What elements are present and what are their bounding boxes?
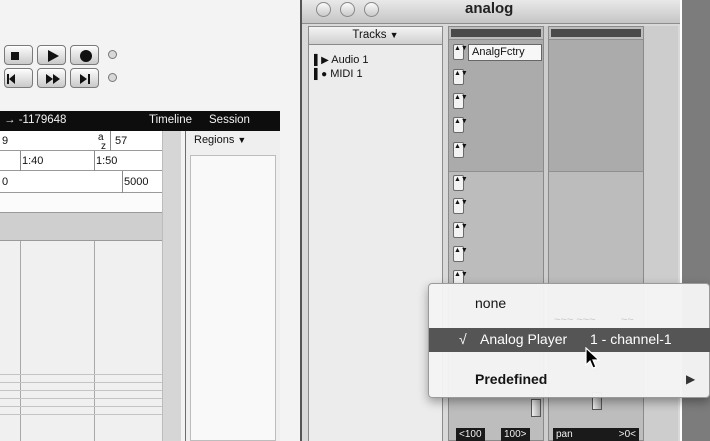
counter-readout: → -1179648	[4, 114, 67, 126]
insert-selector-icon[interactable]: ▲▼	[453, 93, 468, 109]
insert-selector-icon[interactable]: ▲▼	[453, 142, 468, 158]
level-meter	[451, 29, 541, 37]
record-button[interactable]	[70, 45, 99, 65]
ruler-label: 9	[2, 135, 9, 147]
pan-field[interactable]: pan >0<	[553, 428, 639, 441]
tracks-menu-button[interactable]: Tracks ▼	[309, 27, 442, 45]
rewind-icon	[7, 74, 15, 84]
play-icon	[48, 50, 59, 62]
pan-label: pan	[556, 429, 573, 440]
submenu-arrow-icon: ▶	[686, 372, 696, 386]
track-playlist-area[interactable]	[0, 241, 181, 441]
tracks-panel: Tracks ▼ ▌▶ Audio 1 ▌● MIDI 1	[308, 26, 443, 441]
counter-bar: → -1179648 Timeline Session	[0, 111, 280, 131]
go-to-end-icon	[80, 74, 90, 84]
ghost-text: ~~	[621, 314, 634, 326]
plugin-slot[interactable]: AnalgFctry	[468, 44, 542, 61]
send-selector-icon[interactable]: ▲▼	[453, 246, 468, 262]
level-meter	[551, 29, 641, 37]
ruler-label: 0	[2, 176, 9, 188]
zoom-window-button[interactable]	[364, 2, 379, 17]
sort-label: z	[101, 141, 106, 152]
menu-item-label: Predefined	[475, 371, 548, 387]
track-item-midi[interactable]: ▌● MIDI 1	[314, 68, 363, 80]
ruler-divider	[0, 213, 181, 241]
grid-line	[0, 406, 181, 407]
ruler-label: 57	[115, 135, 128, 147]
minimize-window-button[interactable]	[340, 2, 355, 17]
midi-track-icon: ▌●	[314, 69, 328, 80]
checkmark-icon: √	[459, 331, 467, 347]
minsec-ruler[interactable]: 1:40 1:50	[0, 151, 181, 171]
record-icon	[80, 50, 92, 62]
menu-item-analog-player[interactable]: √ Analog Player 1 - channel-1	[429, 328, 710, 352]
stop-button[interactable]	[4, 45, 33, 65]
ruler-tick	[20, 151, 21, 171]
grid-line	[0, 390, 181, 391]
send-slots	[549, 171, 643, 296]
timeline-rulers: 9 57 1:40 1:50 0 5000	[0, 131, 181, 241]
window-title-bar[interactable]: analog	[302, 0, 680, 24]
edit-window: → -1179648 Timeline Session 9 57 1:40 1:…	[0, 0, 300, 441]
bars-ruler[interactable]: 9 57	[0, 131, 181, 151]
grid-line	[0, 398, 181, 399]
insert-slots	[549, 39, 643, 171]
chevron-down-icon: ▼	[389, 30, 399, 40]
insert-selector-icon[interactable]: ▲▼	[453, 69, 468, 85]
go-to-end-button[interactable]	[70, 68, 99, 88]
ruler-label: 1:40	[22, 155, 44, 167]
tracks-label: Tracks	[352, 29, 387, 41]
menu-item-predefined[interactable]: Predefined ▶	[429, 368, 710, 392]
grid-line	[0, 414, 181, 415]
ruler-label: 5000	[124, 176, 149, 188]
track-name: Audio 1	[331, 54, 369, 66]
mouse-cursor-icon	[585, 347, 601, 369]
regions-label: Regions	[194, 134, 235, 146]
close-window-button[interactable]	[316, 2, 331, 17]
plugin-popup-menu: none ~~~ ~~~ ~~ √ Analog Player 1 - chan…	[428, 283, 710, 398]
ruler-tick	[94, 151, 95, 171]
ruler-label: 1:50	[96, 155, 118, 167]
chevron-down-icon: ▼	[237, 135, 247, 145]
window-title: analog	[465, 0, 514, 17]
regions-menu-button[interactable]: Regions ▼	[194, 134, 262, 151]
sort-az-button[interactable]: a z	[98, 133, 106, 152]
rewind-button[interactable]	[4, 68, 33, 88]
fast-forward-icon	[46, 74, 60, 84]
ruler-tick	[110, 131, 111, 151]
vertical-scrollbar[interactable]	[162, 131, 181, 441]
menu-item-label: none	[475, 295, 507, 311]
menu-item-detail: 1 - channel-1	[590, 331, 672, 347]
play-button[interactable]	[37, 45, 66, 65]
track-item-audio[interactable]: ▌▶ Audio 1	[314, 54, 369, 66]
send-selector-icon[interactable]: ▲▼	[453, 198, 468, 214]
tracks-list[interactable]: ▌▶ Audio 1 ▌● MIDI 1	[309, 45, 442, 441]
status-led	[108, 50, 117, 59]
menu-item-label: Analog Player	[480, 331, 568, 347]
grid-line	[94, 241, 95, 441]
regions-list[interactable]	[190, 155, 276, 441]
status-led	[108, 73, 117, 82]
marker-ruler[interactable]	[0, 193, 181, 213]
track-name: MIDI 1	[330, 68, 363, 80]
send-selector-icon[interactable]: ▲▼	[453, 175, 468, 191]
tab-session[interactable]: Session	[209, 114, 250, 126]
grid-line	[20, 241, 21, 441]
pan-value: >0<	[618, 429, 636, 440]
tab-timeline[interactable]: Timeline	[149, 114, 192, 126]
volume-fader[interactable]	[531, 399, 541, 417]
samples-ruler[interactable]: 0 5000	[0, 171, 181, 193]
regions-panel: Regions ▼	[185, 131, 280, 441]
ghost-text: ~~~ ~~~	[554, 314, 596, 326]
send-selector-icon[interactable]: ▲▼	[453, 222, 468, 238]
ruler-tick	[122, 171, 123, 193]
audio-track-icon: ▌▶	[314, 55, 329, 66]
fast-forward-button[interactable]	[37, 68, 66, 88]
insert-selector-icon[interactable]: ▲▼	[453, 44, 468, 60]
pan-left-field[interactable]: <100	[456, 428, 485, 441]
grid-line	[0, 382, 181, 383]
pan-right-field[interactable]: 100>	[501, 428, 530, 441]
insert-selector-icon[interactable]: ▲▼	[453, 117, 468, 133]
grid-line	[0, 374, 181, 375]
